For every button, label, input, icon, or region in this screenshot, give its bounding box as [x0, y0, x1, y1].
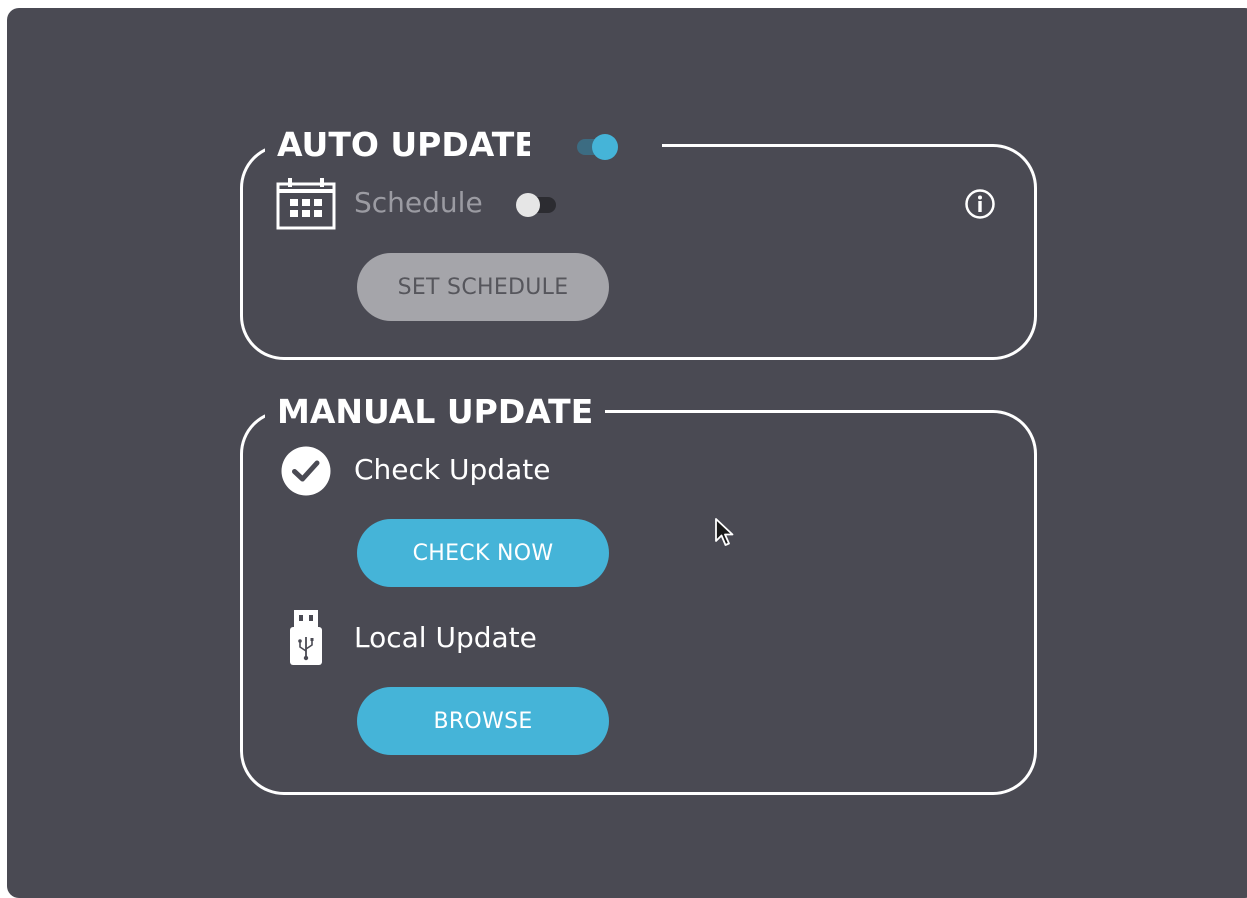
set-schedule-button[interactable]: SET SCHEDULE [357, 253, 609, 321]
usb-drive-icon [290, 610, 322, 665]
auto-update-group [240, 144, 1037, 360]
manual-update-title: MANUAL UPDATE [265, 392, 606, 432]
auto-update-toggle-knob [592, 134, 618, 160]
calendar-icon [276, 178, 336, 230]
auto-update-toggle[interactable] [575, 134, 619, 160]
browse-button[interactable]: BROWSE [357, 687, 609, 755]
info-icon[interactable] [964, 188, 996, 220]
checkmark-circle-icon [281, 446, 331, 496]
check-update-label: Check Update [354, 453, 551, 486]
auto-update-title: AUTO UPDATE [265, 125, 537, 165]
schedule-toggle-knob [516, 193, 540, 217]
schedule-label: Schedule [354, 186, 483, 219]
schedule-toggle[interactable] [514, 192, 558, 218]
local-update-label: Local Update [354, 621, 537, 654]
check-now-button[interactable]: CHECK NOW [357, 519, 609, 587]
mouse-cursor-icon [715, 518, 734, 546]
